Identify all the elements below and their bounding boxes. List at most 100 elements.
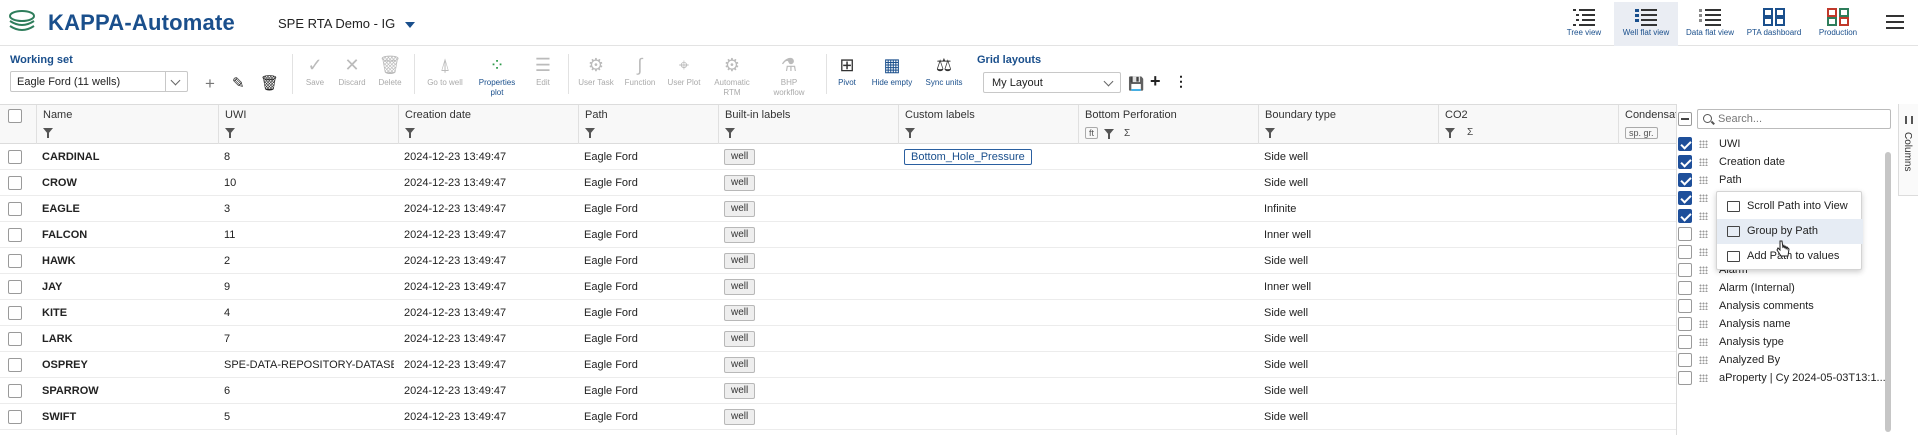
save-button[interactable]: ✓ Save [298, 54, 332, 88]
table-row[interactable]: FALCON 11 2024-12-23 13:49:47 Eagle Ford wel… [0, 222, 1676, 248]
row-checkbox[interactable] [8, 254, 22, 268]
function-button[interactable]: ∫ Function [620, 54, 660, 88]
column-visibility-checkbox[interactable] [1678, 317, 1692, 331]
column-visibility-checkbox[interactable] [1678, 155, 1692, 169]
save-layout-icon[interactable]: 💾 [1128, 76, 1144, 91]
column-visibility-checkbox[interactable] [1678, 245, 1692, 259]
header-builtin-labels[interactable]: Built-in labels [718, 105, 898, 144]
builtin-label-chip[interactable]: well [724, 357, 756, 374]
column-visibility-checkbox[interactable] [1678, 173, 1692, 187]
column-visibility-checkbox[interactable] [1678, 137, 1692, 151]
delete-working-set-icon[interactable]: 🗑 [260, 76, 279, 91]
view-tree[interactable]: Tree view [1552, 2, 1616, 46]
row-checkbox[interactable] [8, 150, 22, 164]
select-all-checkbox[interactable] [8, 109, 22, 123]
view-well-flat[interactable]: Well flat view [1614, 2, 1678, 46]
row-checkbox[interactable] [8, 384, 22, 398]
filter-icon[interactable] [225, 128, 235, 138]
add-layout-icon[interactable]: + [1150, 72, 1161, 90]
row-checkbox[interactable] [8, 410, 22, 424]
table-row[interactable]: CARDINAL 8 2024-12-23 13:49:47 Eagle Ford we… [0, 144, 1676, 170]
filter-icon[interactable] [1265, 128, 1275, 138]
drag-handle-icon[interactable] [1699, 212, 1708, 220]
column-visibility-checkbox[interactable] [1678, 209, 1692, 223]
row-checkbox[interactable] [8, 332, 22, 346]
working-set-select[interactable]: Eagle Ford (11 wells) [10, 71, 188, 92]
row-checkbox[interactable] [8, 176, 22, 190]
go-to-well-button[interactable]: ⍋ Go to well [420, 54, 470, 88]
table-row[interactable]: HAWK 2 2024-12-23 13:49:47 Eagle Ford well Si… [0, 248, 1676, 274]
builtin-label-chip[interactable]: well [724, 253, 756, 270]
view-data-flat[interactable]: Data flat view [1678, 2, 1742, 46]
automatic-rtm-button[interactable]: ⚙ Automatic RTM [710, 54, 754, 98]
drag-handle-icon[interactable] [1699, 266, 1708, 274]
columns-side-tab[interactable]: Columns [1898, 104, 1918, 196]
custom-label-chip[interactable]: Bottom_Hole_Pressure [904, 149, 1032, 166]
properties-plot-button[interactable]: ⁘ Properties plot [473, 54, 521, 98]
group-by-path-item[interactable]: Group by Path [1717, 219, 1863, 244]
drag-handle-icon[interactable] [1699, 338, 1708, 346]
scroll-path-into-view-item[interactable]: Scroll Path into View [1717, 194, 1863, 219]
project-selector[interactable]: SPE RTA Demo - IG [278, 16, 416, 31]
drag-handle-icon[interactable] [1699, 302, 1708, 310]
more-options-icon[interactable]: ⋮ [1174, 74, 1188, 89]
builtin-label-chip[interactable]: well [724, 383, 756, 400]
drag-handle-icon[interactable] [1699, 158, 1708, 166]
drag-handle-icon[interactable] [1699, 140, 1708, 148]
hide-empty-button[interactable]: ▦ Hide empty [868, 54, 916, 88]
builtin-label-chip[interactable]: well [724, 227, 756, 244]
row-checkbox[interactable] [8, 280, 22, 294]
column-list-scrollbar[interactable] [1885, 152, 1891, 432]
table-row[interactable]: CROW 10 2024-12-23 13:49:47 Eagle Ford well S… [0, 170, 1676, 196]
builtin-label-chip[interactable]: well [724, 149, 756, 166]
table-row[interactable]: EAGLE 3 2024-12-23 13:49:47 Eagle Ford well I… [0, 196, 1676, 222]
row-checkbox[interactable] [8, 228, 22, 242]
view-production[interactable]: Production [1806, 2, 1870, 46]
edit-button[interactable]: ☰ Edit [526, 54, 560, 88]
discard-button[interactable]: ✕ Discard [334, 54, 370, 88]
bhp-workflow-button[interactable]: ⚗ BHP workflow [766, 54, 812, 98]
builtin-label-chip[interactable]: well [724, 201, 756, 218]
user-task-button[interactable]: ⚙ User Task [574, 54, 618, 88]
sum-icon[interactable]: Σ [1467, 127, 1473, 138]
column-list-item[interactable]: aProperty | Cy 2024-05-03T13:1... [1677, 367, 1898, 389]
header-name[interactable]: Name [36, 105, 218, 144]
column-visibility-checkbox[interactable] [1678, 353, 1692, 367]
toggle-all-columns-checkbox[interactable] [1678, 112, 1692, 126]
filter-icon[interactable] [585, 128, 595, 138]
builtin-label-chip[interactable]: well [724, 175, 756, 192]
column-visibility-checkbox[interactable] [1678, 371, 1692, 385]
filter-icon[interactable] [1104, 128, 1115, 139]
unit-ft[interactable]: ft [1085, 127, 1099, 139]
sync-units-button[interactable]: ⚖ Sync units [920, 54, 968, 88]
delete-button[interactable]: 🗑 Delete [373, 54, 407, 88]
builtin-label-chip[interactable]: well [724, 305, 756, 322]
hamburger-menu-icon[interactable] [1886, 15, 1904, 29]
header-creation-date[interactable]: Creation date [398, 105, 578, 144]
builtin-label-chip[interactable]: well [724, 409, 756, 426]
grid-layout-select[interactable]: My Layout [983, 72, 1121, 93]
header-bottom-perforation[interactable]: Bottom Perforation ft Σ [1078, 105, 1258, 144]
table-row[interactable]: KITE 4 2024-12-23 13:49:47 Eagle Ford well Si… [0, 300, 1676, 326]
add-path-to-values-item[interactable]: Add Path to values [1717, 244, 1863, 269]
column-visibility-checkbox[interactable] [1678, 191, 1692, 205]
filter-icon[interactable] [725, 128, 735, 138]
filter-icon[interactable] [1445, 128, 1455, 138]
row-checkbox[interactable] [8, 202, 22, 216]
builtin-label-chip[interactable]: well [724, 279, 756, 296]
header-condensate[interactable]: Condensat sp. gr. [1618, 105, 1676, 144]
filter-icon[interactable] [43, 128, 53, 138]
table-row[interactable]: JAY 9 2024-12-23 13:49:47 Eagle Ford well Inn… [0, 274, 1676, 300]
drag-handle-icon[interactable] [1699, 374, 1708, 382]
drag-handle-icon[interactable] [1699, 194, 1708, 202]
row-checkbox[interactable] [8, 358, 22, 372]
column-visibility-checkbox[interactable] [1678, 335, 1692, 349]
header-co2[interactable]: CO2 Σ [1438, 105, 1618, 144]
table-row[interactable]: SPARROW 6 2024-12-23 13:49:47 Eagle Ford wel… [0, 378, 1676, 404]
add-working-set-icon[interactable]: + [205, 75, 215, 92]
header-path[interactable]: Path [578, 105, 718, 144]
column-search-input[interactable]: Search... [1697, 109, 1891, 129]
drag-handle-icon[interactable] [1699, 230, 1708, 238]
filter-icon[interactable] [405, 128, 415, 138]
column-visibility-checkbox[interactable] [1678, 299, 1692, 313]
